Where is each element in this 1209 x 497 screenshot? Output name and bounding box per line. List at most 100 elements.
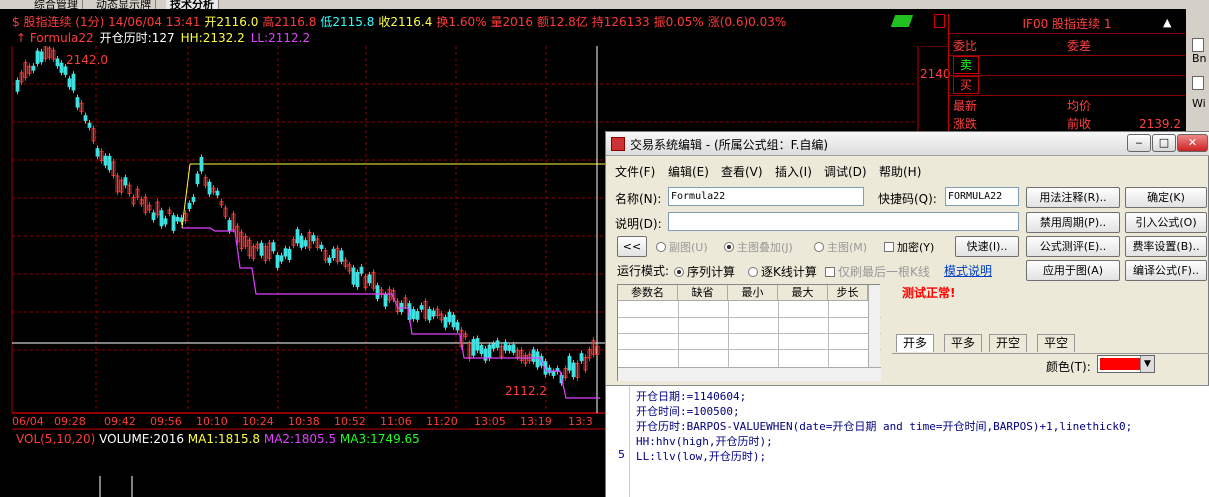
encrypt-label: 加密(Y) [897,241,935,254]
menu-debug[interactable]: 调试(D) [824,163,867,180]
tab-dynamic-board[interactable]: 动态显示牌 [92,0,156,9]
candle-body [547,367,552,373]
chevron-down-icon[interactable]: ▼ [1140,356,1154,372]
candle-body [491,343,496,349]
time-tick: 10:24 [242,415,274,428]
param-vscrollbar[interactable] [868,285,880,367]
param-table[interactable]: 参数名 缺省 最小 最大 步长 [617,284,881,381]
side-item-0[interactable]: Bn [1192,52,1207,65]
apply-chart-button[interactable]: 应用于图(A) [1026,260,1120,281]
candle-body [531,349,536,362]
desc-input[interactable] [668,212,1019,231]
tab-tech-analysis[interactable]: 技术分析 [166,0,219,9]
shortcut-label: 快捷码(Q): [878,192,937,206]
candle-body [191,196,196,202]
side-item-1[interactable]: Wi [1192,97,1206,110]
code-line-number: 5 [618,448,625,461]
high-value: 高2116.8 [262,15,317,29]
menu-view[interactable]: 查看(V) [721,163,763,180]
code-line-2: 开仓时间:=100500; [636,405,740,418]
mode-help-link[interactable]: 模式说明 [944,262,992,279]
import-formula-button[interactable]: 引入公式(O) [1125,212,1207,233]
encrypt-check-box [884,242,894,252]
color-select[interactable]: ▼ [1097,355,1155,373]
radio-kline-calc[interactable]: 逐K线计算 [748,263,817,280]
time-tick: 10:38 [288,415,320,428]
code-line-1: 开仓日期:=1140604; [636,390,747,403]
panel-toggle-icon[interactable] [934,14,945,28]
candle-body [451,314,456,328]
dialog-titlebar[interactable]: 交易系统编辑 - (所属公式组：F.自编) ‒ □ ✕ [606,132,1209,156]
tab-close-short[interactable]: 平空 [1037,334,1076,352]
candle-body [227,220,232,232]
symbol-label: $ 股指连续 (1分) 14/06/04 13:41 [12,15,201,29]
code-line-3: 开仓历时:BARPOS-VALUEWHEN(date=开仓日期 and time… [636,420,1133,433]
hold-value: 持126133 [591,15,650,29]
tab-overview[interactable]: 综合管理 [30,0,83,9]
last-bar-only-checkbox[interactable]: 仅刷最后一根K线 [825,263,930,280]
close-button[interactable]: ✕ [1177,134,1208,152]
compile-formula-button[interactable]: 编译公式(F).. [1125,260,1207,281]
tab-open-short[interactable]: 开空 [989,334,1028,352]
code-editor[interactable]: 开仓日期:=1140604; 开仓时间:=100500; 开仓历时:BARPOS… [606,385,1209,497]
candle-body [503,341,508,351]
name-input[interactable]: Formula22 [668,187,864,206]
side-box-icon[interactable] [1192,38,1204,52]
collapse-button[interactable]: << [617,236,647,257]
shortcut-input[interactable]: FORMULA22 [945,187,1019,206]
fee-settings-button[interactable]: 费率设置(B).. [1125,236,1207,257]
amp-value: 振0.05% [653,15,704,29]
radio-kline-label: 逐K线计算 [761,265,817,279]
vol-label: VOL(5,10,20) [16,432,96,446]
radio-sub-chart[interactable]: 副图(U) [656,239,708,255]
time-axis: 06/04 09:28 09:42 09:56 10:10 10:24 10:38 10:52… [12,415,593,428]
usage-note-button[interactable]: 用法注释(R).. [1026,187,1120,208]
candle-body [411,309,416,320]
speed-button[interactable]: 快速(I).. [955,236,1019,257]
candle-body [39,51,44,63]
candle-body [83,115,88,121]
candle-body [455,322,460,331]
candle-body [279,255,284,262]
radio-main-overlay-dot [724,242,734,252]
radio-main-overlay[interactable]: 主图叠加(J) [724,239,793,255]
candle-body [571,362,576,378]
candle-body [303,240,308,247]
candle-body [95,148,100,157]
volume-bars [99,476,133,497]
tab-open-long[interactable]: 开多 [896,334,935,352]
menu-edit[interactable]: 编辑(E) [668,163,709,180]
expand-arrow-icon[interactable]: ▲ [1163,16,1175,29]
time-tick: 10:52 [334,415,366,428]
menu-insert[interactable]: 插入(I) [775,163,812,180]
close-value: 收2116.4 [378,15,433,29]
candle-body [475,338,480,351]
formula-bar: ↑ Formula22 开仓历时:127 HH:2132.2 LL:2112.2 [16,30,316,46]
maximize-button[interactable]: □ [1152,134,1176,152]
ok-button[interactable]: 确定(K) [1125,187,1207,208]
time-tick: 09:56 [150,415,182,428]
radio-kline-dot [748,267,758,277]
menu-file[interactable]: 文件(F) [615,163,655,180]
radio-seq-calc[interactable]: 序列计算 [674,263,735,280]
formula-test-button[interactable]: 公式测评(E).. [1026,236,1120,257]
candle-body [495,340,500,348]
menu-help[interactable]: 帮助(H) [879,163,921,180]
candle-body [171,215,176,231]
code-line-4: HH:hhv(high,开仓历时); [636,435,773,448]
side-box-icon-2[interactable] [1192,76,1204,90]
tab-close-long[interactable]: 平多 [944,334,983,352]
time-tick: 11:06 [380,415,412,428]
quote-panel-title: IF00 股指连续 1 [1022,17,1112,31]
test-status: 测试正常! [902,286,956,300]
disable-period-button[interactable]: 禁用周期(P).. [1026,212,1120,233]
code-gutter [606,386,630,497]
candle-body [63,66,68,75]
formula-name[interactable]: ↑ Formula22 [16,31,94,45]
run-mode-label: 运行模式: [617,264,670,278]
price-label-2140: 2140 [920,67,951,81]
minimize-button[interactable]: ‒ [1127,134,1151,152]
radio-main-chart[interactable]: 主图(M) [814,239,867,255]
encrypt-checkbox[interactable]: 加密(Y) [884,239,934,255]
param-hscrollbar[interactable] [618,367,881,381]
